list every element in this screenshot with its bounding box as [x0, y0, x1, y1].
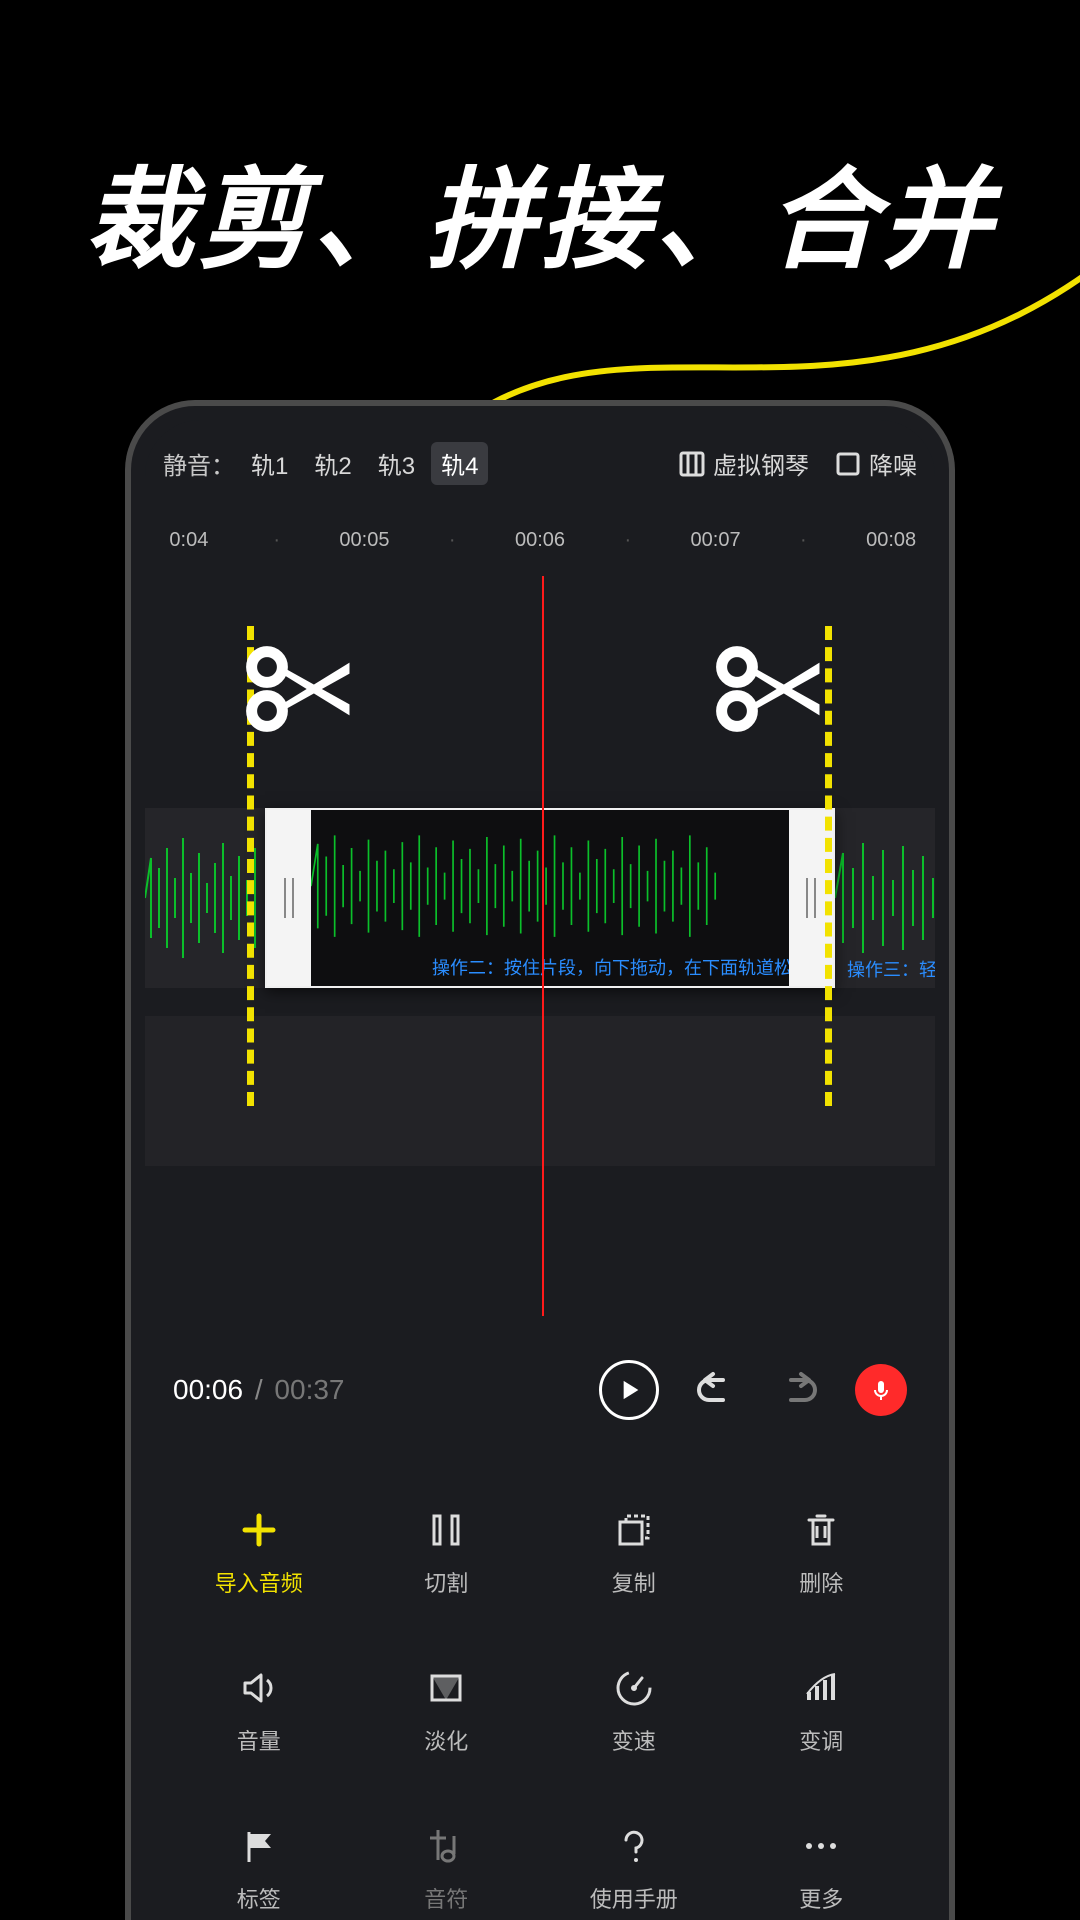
total-time: 00:37	[274, 1374, 344, 1405]
ruler-tick: 00:05	[321, 529, 409, 552]
noise-reduce-label: 降噪	[869, 446, 917, 481]
tool-label: 音符	[424, 1882, 468, 1914]
tool-label: 导入音频	[215, 1566, 303, 1598]
tool-label: 使用手册	[590, 1882, 678, 1914]
track-3[interactable]: 轨3	[368, 442, 425, 485]
ruler-dot: ·	[584, 529, 672, 552]
checkbox-icon	[835, 451, 861, 477]
tool-label: 淡化	[424, 1724, 468, 1756]
play-icon	[620, 1379, 642, 1401]
tool-tag[interactable]: 标签	[165, 1790, 353, 1920]
waveform-after: 操作三：轻轻	[835, 808, 935, 988]
tool-speed[interactable]: 变速	[540, 1632, 728, 1790]
ruler-dot: ·	[233, 529, 321, 552]
timeline[interactable]: 操作二：按住片段，向下拖动，在下面轨道松开 操作三：轻轻	[145, 576, 935, 1316]
track-4[interactable]: 轨4	[431, 442, 488, 485]
tool-label: 更多	[799, 1882, 843, 1914]
tool-fade[interactable]: 淡化	[353, 1632, 541, 1790]
tool-label: 标签	[237, 1882, 281, 1914]
note-icon	[424, 1824, 468, 1868]
ruler-dot: ·	[408, 529, 496, 552]
record-button[interactable]	[855, 1364, 907, 1416]
playback-bar: 00:06 / 00:37	[145, 1316, 935, 1464]
tool-label: 音量	[237, 1724, 281, 1756]
gauge-icon	[612, 1666, 656, 1710]
time-ruler[interactable]: 0:04 · 00:05 · 00:06 · 00:07 · 00:08	[145, 499, 935, 576]
tool-copy[interactable]: 复制	[540, 1474, 728, 1632]
phone-screen: 静音： 轨1 轨2 轨3 轨4 虚拟钢琴 降噪 0:04	[145, 420, 935, 1920]
bars-icon	[799, 1666, 843, 1710]
hint-text-drag: 操作二：按住片段，向下拖动，在下面轨道松开	[432, 954, 810, 980]
redo-icon	[777, 1368, 821, 1412]
play-button[interactable]	[599, 1360, 659, 1420]
dots-icon	[799, 1824, 843, 1868]
clip-handle-left[interactable]	[267, 810, 311, 986]
tool-note[interactable]: 音符	[353, 1790, 541, 1920]
ruler-tick: 00:06	[496, 529, 584, 552]
scissors-icon	[245, 644, 355, 734]
track-2[interactable]: 轨2	[304, 442, 361, 485]
copy-icon	[612, 1508, 656, 1552]
tool-grid: 导入音频 切割 复制 删除 音量 淡化	[145, 1464, 935, 1920]
current-time: 00:06	[173, 1374, 243, 1405]
ruler-dot: ·	[759, 529, 847, 552]
tool-manual[interactable]: 使用手册	[540, 1790, 728, 1920]
noise-reduce-toggle[interactable]: 降噪	[835, 446, 917, 481]
trash-icon	[799, 1508, 843, 1552]
time-separator: /	[255, 1374, 263, 1405]
ruler-tick: 0:04	[145, 529, 233, 552]
trim-marker-right[interactable]	[825, 626, 832, 1106]
tool-more[interactable]: 更多	[728, 1790, 916, 1920]
scissors-icon	[715, 644, 825, 734]
hero-title: 裁剪、拼接、合并	[0, 130, 1080, 290]
track-1[interactable]: 轨1	[241, 442, 298, 485]
split-icon	[424, 1508, 468, 1552]
tool-cut[interactable]: 切割	[353, 1474, 541, 1632]
speaker-icon	[237, 1666, 281, 1710]
tool-label: 复制	[612, 1566, 656, 1598]
tool-label: 删除	[799, 1566, 843, 1598]
tool-label: 切割	[424, 1566, 468, 1598]
piano-icon	[679, 451, 705, 477]
plus-icon	[237, 1508, 281, 1552]
microphone-icon	[869, 1378, 893, 1402]
fade-icon	[424, 1666, 468, 1710]
tool-import[interactable]: 导入音频	[165, 1474, 353, 1632]
help-icon	[612, 1824, 656, 1868]
time-display: 00:06 / 00:37	[173, 1374, 345, 1406]
phone-frame: 静音： 轨1 轨2 轨3 轨4 虚拟钢琴 降噪 0:04	[125, 400, 955, 1920]
track-row-below[interactable]	[145, 1016, 935, 1166]
tool-pitch[interactable]: 变调	[728, 1632, 916, 1790]
ruler-tick: 00:07	[672, 529, 760, 552]
tool-volume[interactable]: 音量	[165, 1632, 353, 1790]
virtual-piano-button[interactable]: 虚拟钢琴	[679, 446, 809, 481]
tool-label: 变速	[612, 1724, 656, 1756]
tool-delete[interactable]: 删除	[728, 1474, 916, 1632]
playhead[interactable]	[542, 576, 544, 1316]
virtual-piano-label: 虚拟钢琴	[713, 446, 809, 481]
ruler-tick: 00:08	[847, 529, 935, 552]
undo-icon	[693, 1368, 737, 1412]
flag-icon	[237, 1824, 281, 1868]
hint-text-right: 操作三：轻轻	[847, 956, 935, 982]
topbar: 静音： 轨1 轨2 轨3 轨4 虚拟钢琴 降噪	[145, 420, 935, 499]
audio-clip[interactable]: 操作二：按住片段，向下拖动，在下面轨道松开	[265, 808, 835, 988]
mute-label: 静音：	[163, 446, 235, 481]
redo-button[interactable]	[771, 1362, 827, 1418]
tool-label: 变调	[799, 1724, 843, 1756]
undo-button[interactable]	[687, 1362, 743, 1418]
